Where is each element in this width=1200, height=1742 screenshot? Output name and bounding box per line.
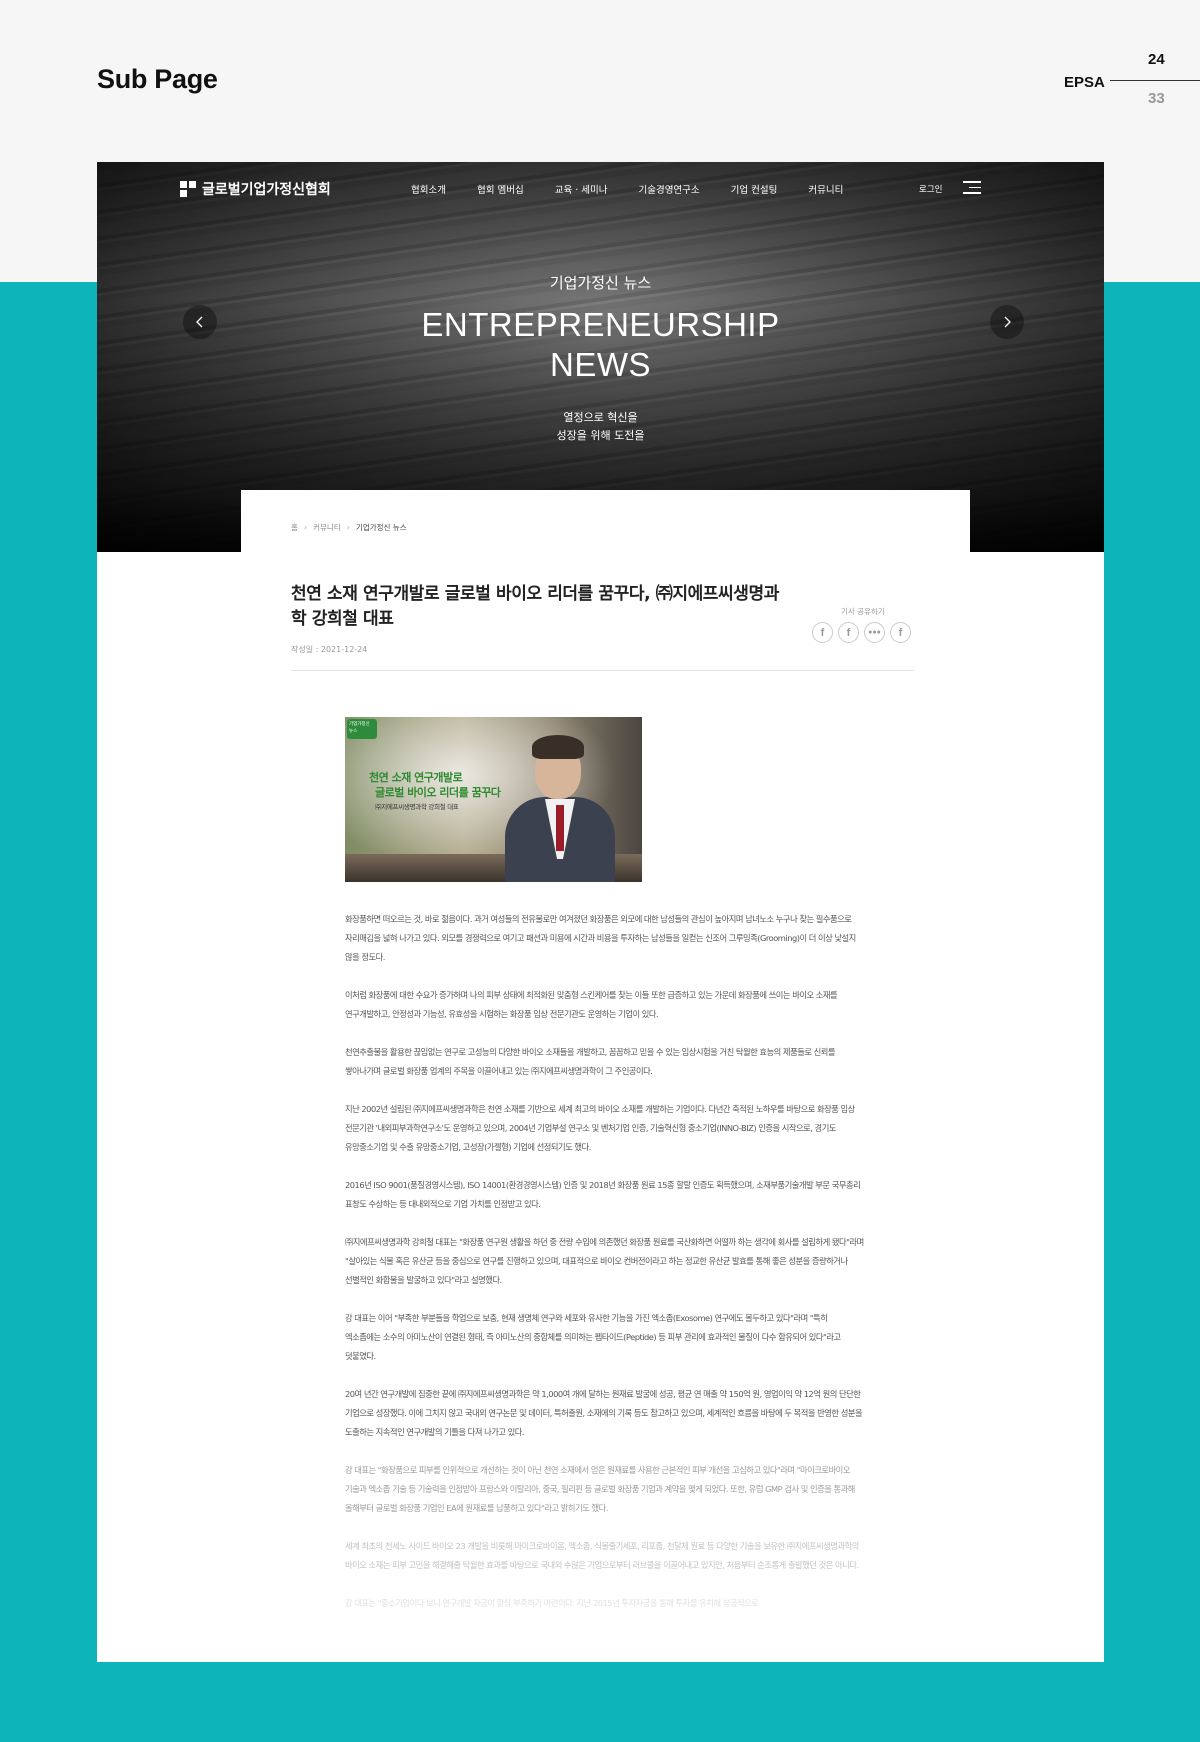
image-badge: 기업가정신 뉴스 bbox=[347, 719, 377, 739]
nav-item-about[interactable]: 협회소개 bbox=[411, 182, 446, 196]
facebook-share-icon[interactable]: f bbox=[890, 622, 911, 643]
article-paragraph: 천연추출물을 활용한 끊임없는 연구로 고성능의 다양한 바이오 소재들을 개발… bbox=[345, 1047, 836, 1076]
hero-subtitle-line1: 열정으로 혁신을 bbox=[563, 411, 638, 424]
page-title: Sub Page bbox=[97, 64, 218, 94]
title-divider bbox=[291, 670, 914, 671]
website-mockup: 글로벌기업가정신협회 협회소개 협회 멤버십 교육 · 세미나 기술경영연구소 … bbox=[97, 162, 1104, 1662]
next-slide-button[interactable] bbox=[990, 305, 1024, 339]
facebook-share-icon[interactable]: f bbox=[838, 622, 859, 643]
prev-slide-button[interactable] bbox=[183, 305, 217, 339]
breadcrumb-current[interactable]: 기업가정신 뉴스 bbox=[356, 522, 407, 533]
image-caption-line1: 천연 소재 연구개발로 bbox=[369, 771, 463, 784]
login-link[interactable]: 로그인 bbox=[919, 183, 942, 195]
total-pages-number: 33 bbox=[1148, 90, 1165, 107]
kakao-share-icon[interactable]: ●●● bbox=[864, 622, 885, 643]
breadcrumb-community[interactable]: 커뮤니티 bbox=[313, 522, 341, 533]
hero-subtitle: 열정으로 혁신을 성장을 위해 도전을 bbox=[97, 409, 1104, 445]
person-tie-shape bbox=[556, 805, 564, 851]
article-paragraph: 화장품하면 떠오르는 것, 바로 젊음이다. 과거 여성들의 전유물로만 여겨졌… bbox=[345, 914, 856, 962]
article-paragraph: 강 대표는 "화장품으로 피부를 인위적으로 개선하는 것이 아닌 천연 소재에… bbox=[345, 1465, 855, 1513]
nav-item-consulting[interactable]: 기업 컨설팅 bbox=[731, 182, 778, 196]
image-caption-line2: 글로벌 바이오 리더를 꿈꾸다 bbox=[375, 786, 501, 799]
article-paragraph: 이처럼 화장품에 대한 수요가 증가하며 나의 피부 상태에 최적화된 맞춤형 … bbox=[345, 990, 838, 1019]
site-logo[interactable]: 글로벌기업가정신협회 bbox=[180, 179, 331, 199]
nav-item-membership[interactable]: 협회 멤버십 bbox=[477, 182, 524, 196]
hamburger-menu-icon[interactable] bbox=[963, 181, 981, 195]
article-title: 천연 소재 연구개발로 글로벌 바이오 리더를 꿈꾸다, ㈜지에프씨생명과학 강… bbox=[291, 584, 780, 629]
hero-kicker: 기업가정신 뉴스 bbox=[549, 274, 652, 292]
nav-item-community[interactable]: 커뮤니티 bbox=[808, 182, 843, 196]
article-body: 화장품하면 떠오르는 것, 바로 젊음이다. 과거 여성들의 전유물로만 여겨졌… bbox=[345, 910, 865, 1632]
hero-title-line1: ENTREPRENEURSHIP bbox=[421, 306, 780, 343]
chevron-right-icon: › bbox=[303, 523, 308, 532]
nav-item-research[interactable]: 기술경영연구소 bbox=[638, 182, 699, 196]
current-page-number: 24 bbox=[1148, 51, 1165, 68]
divider-line bbox=[1110, 80, 1200, 81]
breadcrumb-home[interactable]: 홈 bbox=[291, 522, 298, 533]
nav-item-education[interactable]: 교육 · 세미나 bbox=[555, 182, 608, 196]
project-label: EPSA bbox=[1064, 74, 1105, 91]
hero-title-line2: NEWS bbox=[550, 346, 651, 383]
person-hair-shape bbox=[532, 735, 584, 759]
image-caption-line3: ㈜지에프씨생명과학 강희철 대표 bbox=[375, 803, 459, 811]
logo-icon bbox=[180, 181, 196, 197]
share-buttons: f f ●●● f bbox=[812, 622, 911, 643]
share-label: 기사 공유하기 bbox=[841, 607, 885, 616]
main-nav: 협회소개 협회 멤버십 교육 · 세미나 기술경영연구소 기업 컨설팅 커뮤니티 bbox=[411, 182, 874, 196]
logo-text: 글로벌기업가정신협회 bbox=[202, 182, 331, 198]
article-panel: 홈 › 커뮤니티 › 기업가정신 뉴스 천연 소재 연구개발로 글로벌 바이오 … bbox=[241, 490, 970, 1662]
article-paragraph: 지난 2002년 설립된 ㈜지에프씨생명과학은 천연 소재를 기반으로 세계 최… bbox=[345, 1104, 855, 1152]
article-paragraph: 2016년 ISO 9001(품질경영시스템), ISO 14001(환경경영시… bbox=[345, 1180, 861, 1209]
chevron-left-icon bbox=[196, 316, 203, 328]
article-paragraph: 세계 최초의 천세노 사이드 바이오 23 개발을 비롯해 마이크로바이옴, 엑… bbox=[345, 1541, 859, 1570]
chevron-right-icon bbox=[1004, 316, 1011, 328]
article-image: 기업가정신 뉴스 천연 소재 연구개발로 글로벌 바이오 리더를 꿈꾸다 ㈜지에… bbox=[345, 717, 642, 882]
hero-title: ENTREPRENEURSHIP NEWS bbox=[97, 305, 1104, 385]
chevron-right-icon: › bbox=[346, 523, 350, 532]
article-date: 작성일 : 2021-12-24 bbox=[291, 645, 368, 654]
hero-subtitle-line2: 성장을 위해 도전을 bbox=[556, 429, 645, 442]
article-paragraph: ㈜지에프씨생명과학 강희철 대표는 "화장품 연구원 생활을 하던 중 전량 수… bbox=[345, 1237, 864, 1285]
facebook-share-icon[interactable]: f bbox=[812, 622, 833, 643]
breadcrumb: 홈 › 커뮤니티 › 기업가정신 뉴스 bbox=[291, 522, 407, 533]
article-paragraph: 강 대표는 이어 "부족한 부분들을 학업으로 보충, 현재 생명체 연구와 세… bbox=[345, 1313, 841, 1361]
article-paragraph: 강 대표는 "중소기업이다 보니 연구개발 자금이 항상 부족하기 마련이다. … bbox=[345, 1598, 759, 1608]
page-indicator: EPSA 24 33 bbox=[1060, 40, 1200, 120]
article-paragraph: 20여 년간 연구개발에 집중한 끝에 ㈜지에프씨생명과학은 약 1,000여 … bbox=[345, 1389, 863, 1437]
